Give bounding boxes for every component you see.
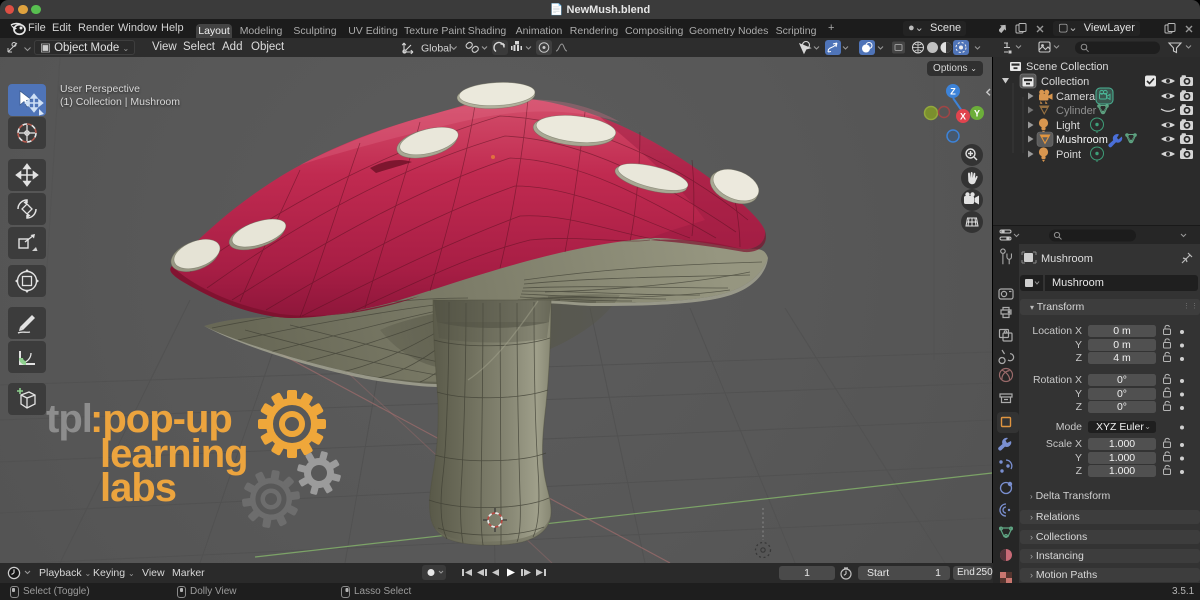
svg-text:X: X bbox=[960, 112, 966, 122]
svg-text:Cylinder: Cylinder bbox=[1056, 105, 1097, 117]
svg-text:Light: Light bbox=[1056, 120, 1080, 132]
svg-text:tpl: tpl bbox=[46, 397, 92, 441]
svg-text:Point: Point bbox=[1056, 149, 1081, 161]
svg-text:Scene Collection: Scene Collection bbox=[1026, 61, 1109, 73]
svg-text:labs: labs bbox=[100, 466, 176, 510]
svg-text:Y: Y bbox=[974, 109, 980, 119]
svg-text:Z: Z bbox=[950, 87, 956, 97]
svg-text:Mushroom: Mushroom bbox=[1056, 134, 1108, 146]
svg-text:Collection: Collection bbox=[1041, 76, 1089, 88]
svg-text:Global: Global bbox=[421, 43, 451, 55]
svg-text:Camera: Camera bbox=[1056, 91, 1096, 103]
